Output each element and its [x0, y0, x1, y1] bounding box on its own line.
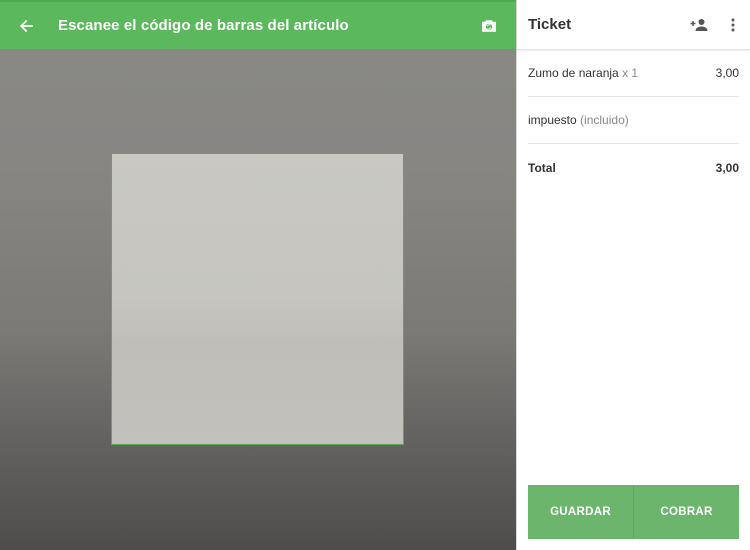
line-item-description: Zumo de naranja x 1: [528, 66, 638, 80]
ticket-header: Ticket: [517, 0, 750, 50]
total-value: 3,00: [715, 161, 739, 175]
arrow-left-icon: [19, 19, 33, 32]
scanner-panel: Escanee el código de barras del artículo: [0, 0, 516, 550]
camera-switch-icon: [482, 19, 496, 32]
tax-description: impuesto (incluido): [528, 113, 629, 127]
add-person-icon: [690, 18, 708, 31]
total-label: Total: [528, 161, 556, 175]
ticket-line-item[interactable]: Zumo de naranja x 1 3,00: [528, 50, 739, 97]
line-item-qty: x 1: [622, 66, 639, 80]
total-row: Total 3,00: [528, 144, 739, 192]
line-item-name: Zumo de naranja: [528, 66, 619, 80]
switch-camera-button[interactable]: [462, 1, 516, 50]
tax-note: (incluido): [580, 113, 629, 127]
back-button[interactable]: [0, 1, 52, 50]
save-button[interactable]: GUARDAR: [528, 485, 633, 539]
ticket-menu-button[interactable]: [716, 0, 750, 50]
scanner-toolbar: Escanee el código de barras del artículo: [0, 0, 516, 49]
scan-area: [111, 153, 404, 445]
more-vert-icon: [731, 18, 735, 31]
ticket-title: Ticket: [528, 16, 572, 33]
ticket-panel: Ticket Zumo de naranja x 1 3,00 impuesto: [516, 0, 750, 550]
charge-button[interactable]: COBRAR: [633, 485, 739, 539]
add-customer-button[interactable]: [682, 0, 716, 50]
tax-row: impuesto (incluido): [528, 97, 739, 144]
tax-label: impuesto: [528, 113, 577, 127]
line-item-price: 3,00: [715, 66, 739, 80]
scanner-title: Escanee el código de barras del artículo: [58, 17, 349, 34]
ticket-actions: GUARDAR COBRAR: [528, 485, 739, 539]
